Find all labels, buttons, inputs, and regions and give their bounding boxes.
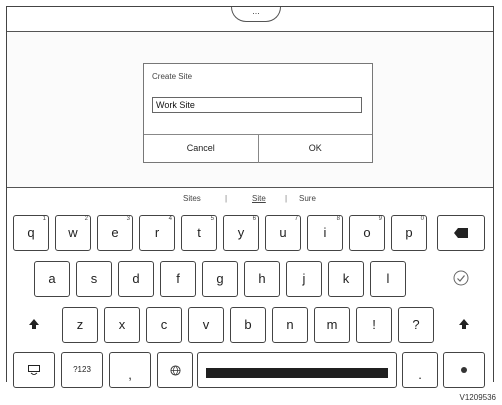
key-hint: 9	[378, 216, 382, 222]
ok-button[interactable]: OK	[257, 135, 373, 163]
shift-arrow-icon	[459, 319, 469, 330]
key-label: e	[111, 225, 119, 240]
key-hint: 1	[42, 216, 46, 222]
globe-icon	[169, 365, 181, 376]
key-label: i	[323, 225, 327, 240]
handle-dots: ...	[252, 6, 260, 16]
language-key[interactable]	[157, 352, 193, 388]
shift-key-left[interactable]	[13, 307, 55, 343]
key-u[interactable]: u7	[265, 215, 301, 251]
keyboard-settings-key[interactable]	[13, 352, 55, 388]
key-hint: 2	[84, 216, 88, 222]
done-key[interactable]	[437, 261, 485, 297]
key-i[interactable]: i8	[307, 215, 343, 251]
key-a[interactable]: a	[34, 261, 70, 297]
backspace-icon	[454, 228, 468, 239]
key-s[interactable]: s	[76, 261, 112, 297]
suggestion-item-selected[interactable]: Site	[252, 194, 266, 203]
notification-pull-handle[interactable]: ...	[231, 7, 281, 22]
key-hint: 3	[126, 216, 130, 222]
suggestion-divider: |	[285, 194, 288, 203]
key-b[interactable]: b	[230, 307, 266, 343]
shift-key-right[interactable]	[443, 307, 485, 343]
backspace-key[interactable]	[437, 215, 485, 251]
key-y[interactable]: y6	[223, 215, 259, 251]
key-label: t	[197, 225, 201, 240]
key-hint: 7	[294, 216, 298, 222]
enter-dot-icon	[461, 367, 467, 374]
key-v[interactable]: v	[188, 307, 224, 343]
key-r[interactable]: r4	[139, 215, 175, 251]
key-hint: 8	[336, 216, 340, 222]
key-q[interactable]: q1	[13, 215, 49, 251]
dialog-actions: Cancel OK	[144, 134, 372, 163]
key-label: p	[405, 225, 413, 240]
symbols-key[interactable]: ?123	[61, 352, 103, 388]
key-hint: 0	[420, 216, 424, 222]
spacebar-indicator	[206, 368, 388, 378]
dialog-title: Create Site	[152, 72, 193, 81]
key-d[interactable]: d	[118, 261, 154, 297]
keyboard-icon	[28, 365, 40, 376]
key-f[interactable]: f	[160, 261, 196, 297]
site-name-input[interactable]: Work Site	[152, 97, 362, 113]
key-z[interactable]: z	[62, 307, 98, 343]
suggestion-divider: |	[225, 194, 228, 203]
key-comma[interactable]: ,	[109, 352, 151, 388]
key-hint: 4	[168, 216, 172, 222]
status-bar: ...	[7, 7, 493, 32]
device-screen: ... Create Site Work Site Cancel OK Site…	[6, 6, 494, 388]
key-l[interactable]: l	[370, 261, 406, 297]
suggestion-item[interactable]: Sure	[299, 194, 316, 203]
key-p[interactable]: p0	[391, 215, 427, 251]
key-hint: 5	[210, 216, 214, 222]
key-hint: 6	[252, 216, 256, 222]
key-j[interactable]: j	[286, 261, 322, 297]
key-k[interactable]: k	[328, 261, 364, 297]
key-g[interactable]: g	[202, 261, 238, 297]
shift-arrow-icon	[29, 319, 39, 330]
key-exclamation[interactable]: !	[356, 307, 392, 343]
key-label: u	[279, 225, 287, 240]
key-h[interactable]: h	[244, 261, 280, 297]
key-w[interactable]: w2	[55, 215, 91, 251]
suggestion-item[interactable]: Sites	[183, 194, 201, 203]
key-label: w	[68, 225, 78, 240]
key-label: o	[363, 225, 371, 240]
key-label: r	[154, 225, 160, 240]
suggestion-strip: Sites | Site | Sure	[7, 194, 493, 206]
key-question[interactable]: ?	[398, 307, 434, 343]
space-key[interactable]	[197, 352, 397, 388]
key-label: q	[27, 225, 35, 240]
on-screen-keyboard: Sites | Site | Sure q1 w2 e3 r4 t5 y6 u7…	[7, 187, 493, 388]
key-c[interactable]: c	[146, 307, 182, 343]
key-x[interactable]: x	[104, 307, 140, 343]
key-n[interactable]: n	[272, 307, 308, 343]
enter-key[interactable]	[443, 352, 485, 388]
cancel-button[interactable]: Cancel	[144, 135, 258, 163]
create-site-dialog: Create Site Work Site Cancel OK	[143, 63, 373, 163]
key-t[interactable]: t5	[181, 215, 217, 251]
key-period[interactable]: .	[402, 352, 438, 388]
key-label: y	[237, 225, 245, 240]
image-reference-code: V1209536	[459, 393, 496, 402]
key-o[interactable]: o9	[349, 215, 385, 251]
key-m[interactable]: m	[314, 307, 350, 343]
key-e[interactable]: e3	[97, 215, 133, 251]
checkmark-icon	[453, 270, 469, 286]
